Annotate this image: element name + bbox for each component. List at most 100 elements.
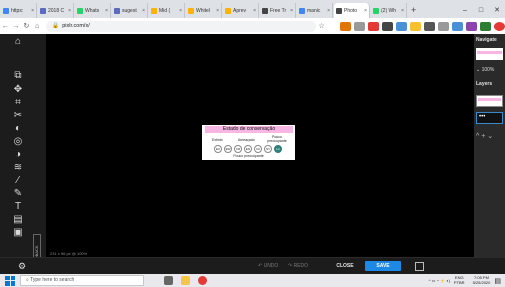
tab-close-icon[interactable]: × — [290, 8, 293, 14]
close-window-icon[interactable]: ✕ — [489, 3, 505, 18]
zoom-level[interactable]: ⌄ 100% — [476, 67, 505, 73]
back-icon[interactable]: ← — [0, 23, 11, 30]
task-view-icon[interactable] — [164, 276, 173, 285]
save-button[interactable]: SAVE — [365, 261, 401, 271]
layer-options-icon[interactable]: ••• — [479, 114, 485, 120]
lock-icon: 🔒 — [52, 22, 60, 29]
tab-close-icon[interactable]: × — [401, 8, 404, 14]
clock[interactable]: 7:05 PM 5/25/2020 — [472, 275, 491, 285]
minimize-icon[interactable]: – — [457, 3, 473, 18]
tab-label: Free Tr — [270, 7, 287, 14]
tab-close-icon[interactable]: × — [68, 8, 71, 14]
file-explorer-icon[interactable] — [181, 276, 190, 285]
retouch-tool-icon[interactable]: ⁄ — [12, 175, 24, 187]
tray-icons[interactable]: ^ ▭ ◔ ⚡ ◖) — [429, 278, 450, 283]
new-tab-button[interactable]: + — [411, 3, 416, 18]
taskbar-search[interactable]: ⌕ Type here to search — [20, 275, 144, 286]
reload-icon[interactable]: ↻ — [21, 22, 32, 30]
element-tool-icon[interactable]: ▤ — [12, 214, 24, 226]
arrange-tool-icon[interactable]: ⧉ — [12, 70, 24, 82]
browser-tab[interactable]: https: × — [1, 3, 37, 18]
extension-icon[interactable] — [465, 21, 477, 31]
tab-favicon-icon — [3, 7, 9, 14]
liquify-tool-icon[interactable]: ≋ — [12, 162, 24, 174]
navigator-heading: Navigate — [476, 37, 497, 43]
browser-tab[interactable]: Aprev × — [223, 3, 259, 18]
effect-tool-icon[interactable]: ◑ — [12, 149, 24, 161]
browser-tab[interactable]: Free Tr × — [260, 3, 296, 18]
tab-close-icon[interactable]: × — [142, 8, 145, 14]
extension-icon[interactable] — [423, 21, 435, 31]
tab-close-icon[interactable]: × — [253, 8, 256, 14]
window-controls: – □ ✕ — [457, 3, 505, 18]
browser-tab[interactable]: manic × — [297, 3, 333, 18]
tab-close-icon[interactable]: × — [31, 8, 34, 14]
home-tool-icon[interactable]: ⌂ — [12, 36, 24, 48]
close-button[interactable]: CLOSE — [330, 262, 360, 271]
layer-item-background[interactable]: ••• — [476, 112, 503, 124]
windows-start-icon[interactable] — [5, 275, 15, 286]
tab-close-icon[interactable]: × — [216, 8, 219, 14]
filter-tool-icon[interactable]: ◎ — [12, 136, 24, 148]
layer-item-image[interactable] — [476, 95, 503, 107]
home-icon[interactable]: ⌂ — [32, 23, 43, 30]
text-tool-icon[interactable]: T — [12, 201, 24, 213]
extension-icon[interactable] — [437, 21, 449, 31]
chrome-icon[interactable] — [198, 276, 207, 285]
crop-tool-icon[interactable]: ⌗ — [12, 97, 24, 109]
image-artwork[interactable]: Estado de conservação Extinto Ameaçado P… — [202, 125, 295, 160]
bottom-action-bar: ⚙ ↶ UNDO ↷ REDO CLOSE SAVE — [0, 257, 505, 274]
layout-toggle-icon[interactable] — [415, 262, 424, 271]
tab-close-icon[interactable]: × — [364, 8, 367, 14]
clock-date: 5/25/2020 — [472, 279, 491, 285]
cutout-tool-icon[interactable]: ✂ — [12, 110, 24, 122]
extension-icon[interactable] — [451, 21, 463, 31]
navigator-thumbnail[interactable] — [476, 48, 503, 60]
extension-icon[interactable] — [479, 21, 491, 31]
browser-tab[interactable]: Mid (× — [149, 3, 185, 18]
browser-tab[interactable]: sugest × — [112, 3, 148, 18]
browser-tab[interactable]: (2) Wh × — [371, 3, 407, 18]
browser-tab-strip: https: × 2018 C × Whats × sugest × Mid (× Whitel ×… — [0, 0, 505, 18]
extension-icon[interactable] — [367, 21, 379, 31]
browser-tab[interactable]: Whats × — [75, 3, 111, 18]
move-tool-icon[interactable]: ✥ — [12, 84, 24, 96]
language-indicator[interactable]: ENG PTBR — [454, 275, 465, 285]
notifications-icon[interactable]: ▤ — [494, 277, 501, 285]
forward-icon[interactable]: → — [11, 23, 22, 30]
tab-label: Aprev — [233, 7, 247, 14]
profile-avatar[interactable] — [493, 21, 505, 31]
address-text: pixlr.com/x/ — [62, 22, 90, 29]
draw-tool-icon[interactable]: ✎ — [12, 188, 24, 200]
tab-label: Whats — [85, 7, 100, 14]
tab-favicon-icon — [77, 7, 83, 14]
tab-close-icon[interactable]: × — [179, 8, 182, 14]
tab-label: (2) Wh — [381, 7, 396, 14]
browser-tab[interactable]: Whitel × — [186, 3, 222, 18]
windows-taskbar: ⌕ Type here to search ^ ▭ ◔ ⚡ ◖) ENG PTB… — [0, 274, 505, 287]
adjust-tool-icon[interactable]: ◐ — [12, 123, 24, 135]
redo-button[interactable]: ↷ REDO — [288, 263, 308, 269]
tab-favicon-icon — [336, 7, 342, 14]
browser-tab[interactable]: Photo × — [334, 3, 370, 18]
star-icon[interactable]: ☆ — [316, 22, 327, 30]
extension-icon[interactable] — [339, 21, 351, 31]
settings-gear-icon[interactable]: ⚙ — [18, 261, 26, 272]
extension-icon[interactable] — [353, 21, 365, 31]
tab-close-icon[interactable]: × — [105, 8, 108, 14]
layers-heading: Layers — [476, 81, 493, 87]
address-bar[interactable]: 🔒 pixlr.com/x/ — [46, 20, 317, 32]
tab-close-icon[interactable]: × — [327, 8, 330, 14]
artwork-label-extinct: Extinto — [212, 138, 223, 142]
extension-icon[interactable] — [381, 21, 393, 31]
extensions-area — [337, 21, 505, 31]
undo-button[interactable]: ↶ UNDO — [258, 263, 278, 269]
image-tool-icon[interactable]: ▣ — [12, 227, 24, 239]
artwork-title: Estado de conservação — [205, 126, 293, 133]
layer-actions[interactable]: ^ + ⌄ — [476, 132, 493, 140]
extension-icon[interactable] — [395, 21, 407, 31]
maximize-icon[interactable]: □ — [473, 3, 489, 18]
browser-tab[interactable]: 2018 C × — [38, 3, 74, 18]
extension-icon[interactable] — [409, 21, 421, 31]
zoom-value: 100% — [481, 67, 495, 73]
